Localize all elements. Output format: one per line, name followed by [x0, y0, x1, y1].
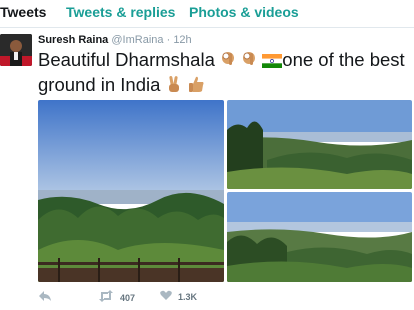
retweet-button[interactable]: 407 [98, 290, 135, 305]
tab-tweets-replies[interactable]: Tweets & replies [66, 4, 175, 20]
tweet-text: Beautiful Dharmshala one of the best gro… [38, 48, 408, 98]
retweet-icon [98, 290, 114, 305]
like-button[interactable]: 1.3K [160, 290, 197, 304]
tweet-header: Suresh Raina @ImRaina · 12h [38, 34, 192, 46]
profile-tabs: Tweets Tweets & replies Photos & videos [0, 0, 414, 28]
author-handle[interactable]: @ImRaina [111, 34, 163, 46]
like-icon [160, 290, 172, 304]
retweet-count: 407 [120, 292, 136, 303]
tweet-text-part1: Beautiful Dharmshala [38, 49, 215, 70]
thumbs-up-emoji-icon [187, 75, 205, 98]
reply-button[interactable] [38, 290, 52, 305]
ok-hand-emoji-icon [220, 50, 236, 73]
tweet-photo-3[interactable] [227, 192, 412, 282]
author-name[interactable]: Suresh Raina [38, 34, 108, 46]
tweet-time[interactable]: 12h [173, 34, 191, 46]
tab-photos-videos[interactable]: Photos & videos [189, 4, 299, 20]
avatar[interactable] [0, 34, 32, 66]
like-count: 1.3K [178, 292, 198, 302]
victory-hand-emoji-icon [166, 75, 182, 98]
reply-icon [38, 290, 52, 305]
tweet-photo-2[interactable] [227, 100, 412, 189]
tweet-actions: 407 1.3K [38, 290, 408, 306]
tab-tweets[interactable]: Tweets [0, 4, 46, 20]
tweet-photo-1[interactable] [38, 100, 224, 282]
ok-hand-emoji-icon [241, 50, 257, 73]
india-flag-icon [262, 50, 283, 73]
